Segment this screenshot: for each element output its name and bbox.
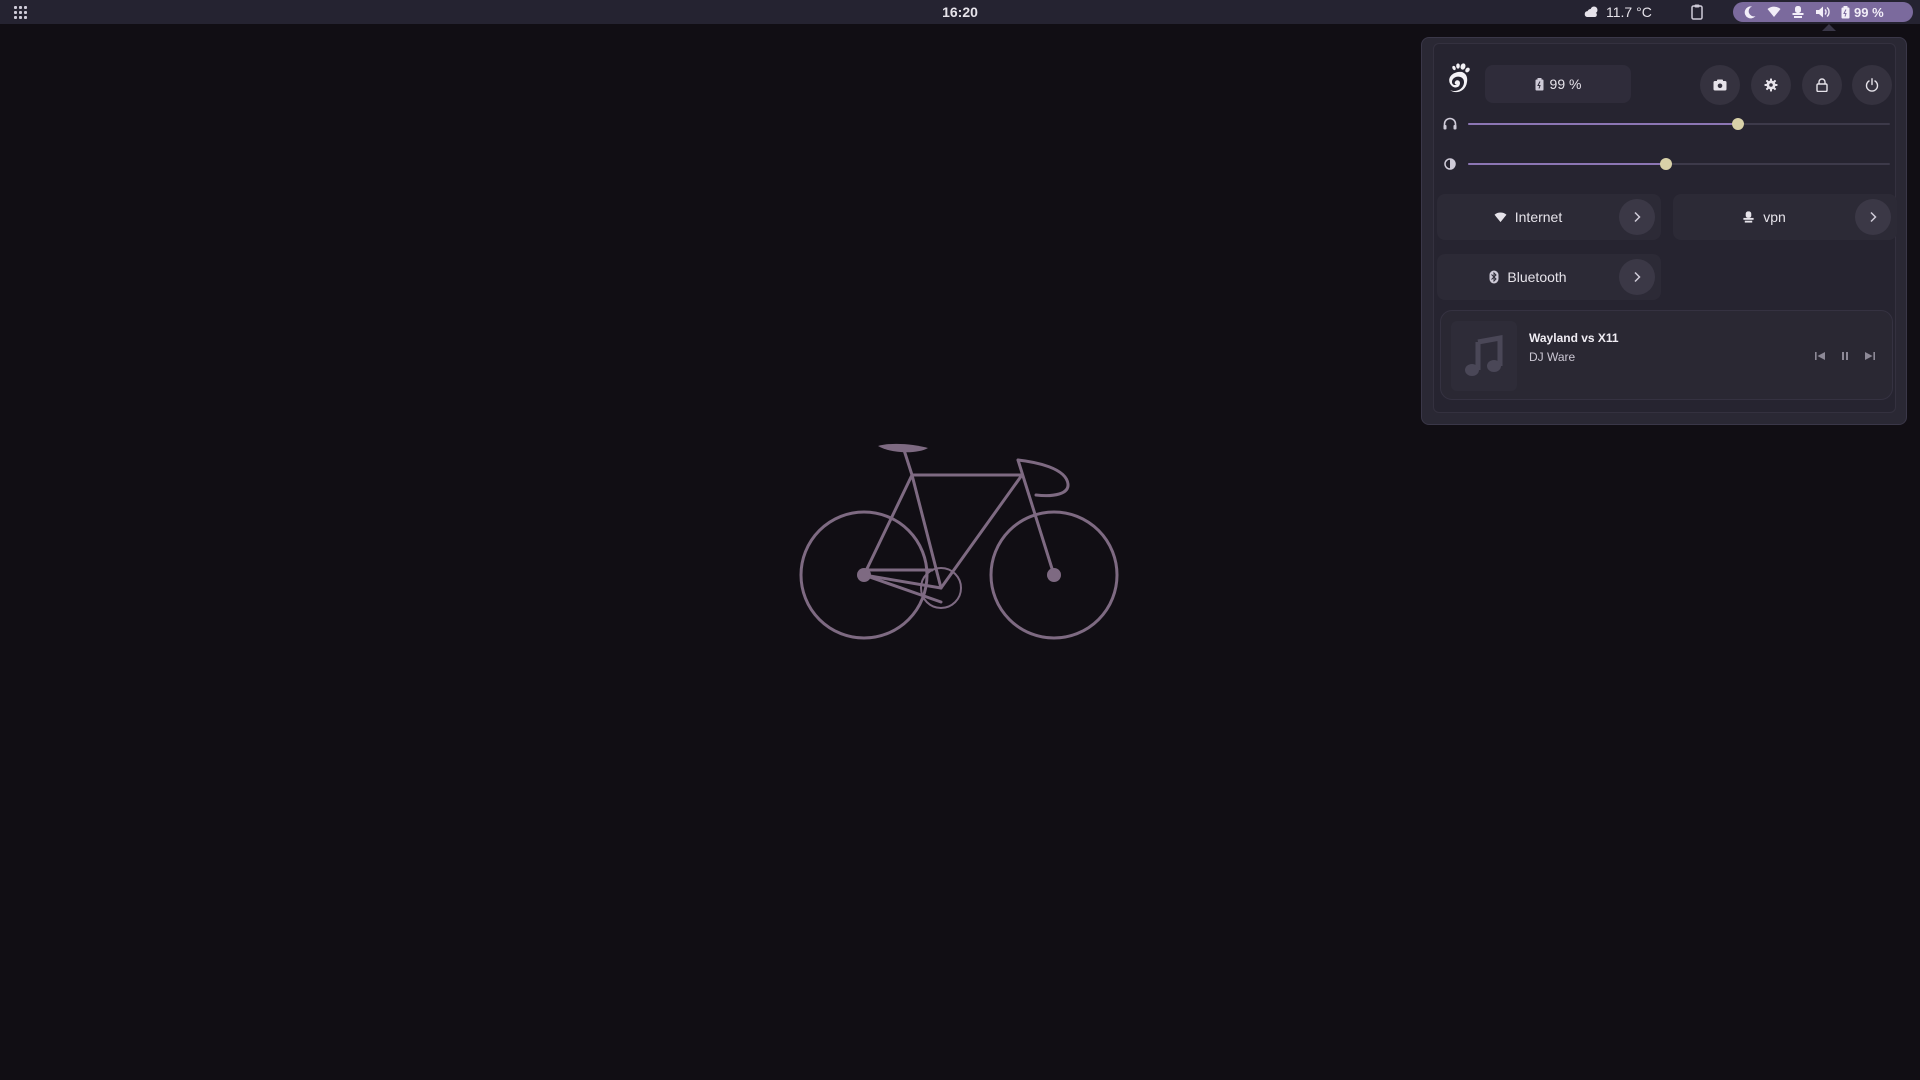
night-light-icon (1744, 6, 1756, 19)
tray-battery-label: 99 % (1854, 4, 1884, 20)
vpn-toggle: vpn (1673, 194, 1897, 240)
vpn-menu-arrow[interactable] (1855, 199, 1891, 235)
brightness-slider[interactable] (1468, 158, 1890, 170)
screenshot-button[interactable] (1700, 65, 1740, 105)
vpn-icon (1743, 211, 1754, 223)
brightness-slider-fill (1468, 163, 1666, 165)
bicycle-wallpaper (799, 443, 1119, 640)
previous-track-icon[interactable] (1813, 349, 1827, 363)
bluetooth-menu-arrow[interactable] (1619, 259, 1655, 295)
power-button[interactable] (1852, 65, 1892, 105)
tray-battery: 99 % (1841, 5, 1884, 20)
brightness-slider-row (1442, 154, 1892, 174)
internet-toggle: Internet (1437, 194, 1661, 240)
gnome-logo-icon (1449, 63, 1470, 93)
internet-menu-arrow[interactable] (1619, 199, 1655, 235)
volume-icon (1816, 6, 1830, 18)
battery-icon (1841, 5, 1850, 18)
brightness-icon (1444, 158, 1456, 170)
brightness-slider-handle[interactable] (1660, 158, 1672, 170)
internet-toggle-label: Internet (1514, 209, 1563, 225)
battery-icon (1535, 77, 1544, 90)
next-track-icon[interactable] (1863, 349, 1877, 363)
headphones-icon (1443, 117, 1457, 130)
system-tray[interactable]: 99 % (1733, 2, 1913, 22)
weather-temperature: 11.7 °C (1606, 4, 1652, 20)
quick-settings-inner: 99 % Internet vpn Bluetooth Wayland vs X… (1433, 43, 1897, 413)
settings-button[interactable] (1751, 65, 1791, 105)
camera-icon (1713, 79, 1727, 91)
bluetooth-toggle-label: Bluetooth (1507, 269, 1567, 285)
cloud-sun-icon (1584, 6, 1598, 17)
track-artist: DJ Ware (1529, 350, 1576, 364)
quick-settings-panel: 99 % Internet vpn Bluetooth Wayland vs X… (1421, 37, 1907, 425)
vpn-toggle-button[interactable]: vpn (1673, 194, 1855, 240)
media-player: Wayland vs X11 DJ Ware (1440, 310, 1893, 400)
clipboard-icon[interactable] (1688, 3, 1706, 21)
volume-slider-fill (1468, 123, 1738, 125)
menu-caret (1822, 24, 1836, 31)
power-icon (1865, 78, 1879, 92)
album-art (1451, 321, 1517, 391)
volume-slider-row (1442, 114, 1892, 134)
vpn-toggle-label: vpn (1763, 209, 1786, 225)
app-grid-icon[interactable] (12, 4, 28, 20)
chevron-right-icon (1870, 211, 1877, 223)
top-bar: 16:20 11.7 °C 99 % (0, 0, 1920, 24)
music-note-icon (1465, 335, 1503, 376)
track-title: Wayland vs X11 (1529, 331, 1619, 345)
vpn-icon (1792, 6, 1804, 18)
wifi-icon (1494, 212, 1507, 222)
bluetooth-toggle: Bluetooth (1437, 254, 1661, 300)
battery-label: 99 % (1549, 76, 1582, 92)
lock-icon (1816, 78, 1828, 92)
clock[interactable]: 16:20 (942, 4, 978, 20)
chevron-right-icon (1634, 271, 1641, 283)
gear-icon (1764, 78, 1778, 92)
bluetooth-toggle-button[interactable]: Bluetooth (1437, 254, 1619, 300)
internet-toggle-button[interactable]: Internet (1437, 194, 1619, 240)
wifi-icon (1767, 6, 1781, 17)
weather-indicator[interactable]: 11.7 °C (1584, 0, 1652, 24)
battery-status-button[interactable]: 99 % (1485, 65, 1631, 103)
volume-slider-handle[interactable] (1732, 118, 1744, 130)
volume-slider[interactable] (1468, 118, 1890, 130)
lock-button[interactable] (1802, 65, 1842, 105)
bluetooth-icon (1489, 270, 1499, 284)
pause-icon[interactable] (1838, 349, 1852, 363)
chevron-right-icon (1634, 211, 1641, 223)
